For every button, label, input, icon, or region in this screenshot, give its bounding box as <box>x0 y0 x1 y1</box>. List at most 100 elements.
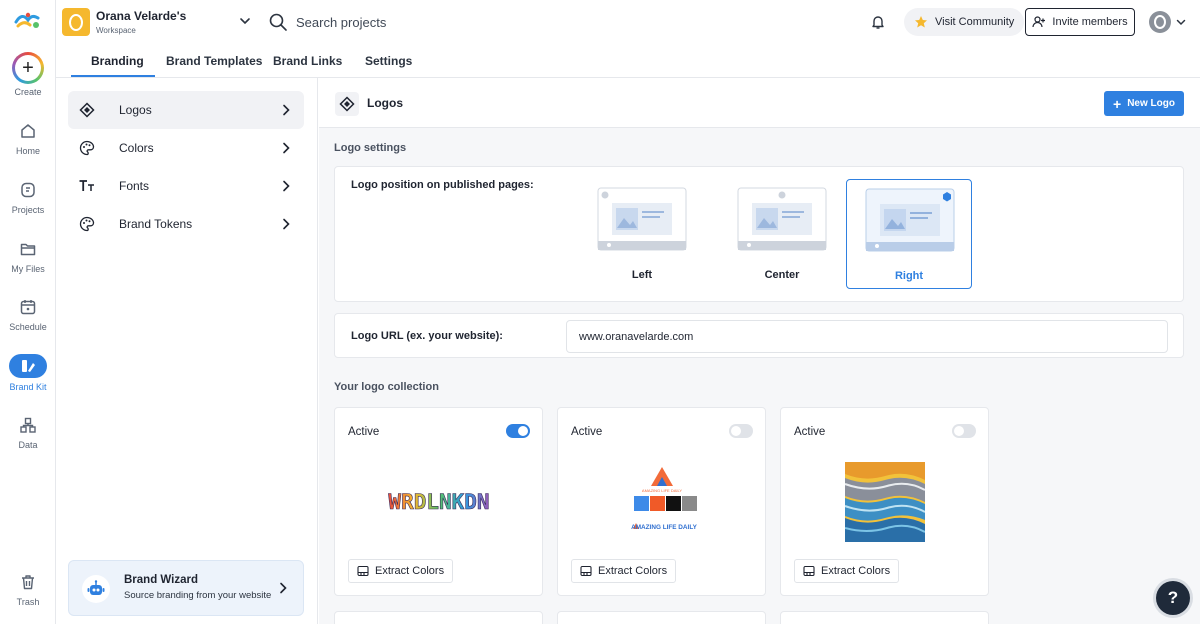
logo-top-text: AMAZING LIFE DAILY <box>641 488 681 493</box>
top-bar: Orana Velarde's Workspace Search project… <box>56 0 1200 44</box>
tab-settings[interactable]: Settings <box>365 54 412 68</box>
left-nav-rail: + Create Home Projects My Files Schedule… <box>0 0 56 624</box>
nav-data-label: Data <box>18 440 38 450</box>
nav-projects[interactable]: Projects <box>0 179 56 215</box>
logo-card[interactable]: Active WRDLNKDN Extract Colors <box>334 407 543 596</box>
sidebar-item-colors[interactable]: Colors <box>68 129 304 167</box>
tab-branding[interactable]: Branding <box>91 54 144 68</box>
nav-create[interactable]: + Create <box>0 52 56 97</box>
visit-community-button[interactable]: Visit Community <box>904 8 1025 36</box>
robot-icon <box>82 575 110 603</box>
add-user-icon <box>1032 16 1046 28</box>
sidebar-item-label: Colors <box>119 141 154 155</box>
chevron-down-icon[interactable] <box>238 14 252 28</box>
position-option-label: Right <box>894 270 924 282</box>
logo-active-toggle[interactable] <box>952 424 976 438</box>
tab-brand-links[interactable]: Brand Links <box>273 54 342 68</box>
sidebar-item-label: Fonts <box>119 179 150 193</box>
logo-diamond-icon <box>78 101 96 119</box>
logo-status-label: Active <box>794 426 826 438</box>
nav-my-files-label: My Files <box>11 264 45 274</box>
logo-card-partial[interactable] <box>780 611 989 624</box>
tab-brand-templates[interactable]: Brand Templates <box>166 54 262 68</box>
logo-active-toggle[interactable] <box>506 424 530 438</box>
help-button[interactable]: ? <box>1156 581 1190 615</box>
search-icon <box>269 13 287 31</box>
nav-brand-kit-label: Brand Kit <box>9 382 47 392</box>
workspace-subtitle: Workspace <box>96 26 136 35</box>
logo-card[interactable]: Active Extract Colors <box>780 407 989 596</box>
nav-home-label: Home <box>15 146 40 156</box>
nav-create-label: Create <box>14 87 42 97</box>
active-tab-indicator <box>71 75 155 77</box>
main-content: Logos + New Logo Logo settings Logo posi… <box>319 78 1200 624</box>
sidebar-item-fonts[interactable]: Fonts <box>68 167 304 205</box>
create-plus-icon: + <box>12 52 44 84</box>
brand-wizard-title: Brand Wizard <box>124 574 199 586</box>
logo-image <box>781 460 988 544</box>
logo-card-partial[interactable] <box>334 611 543 624</box>
extract-colors-label: Extract Colors <box>821 565 891 577</box>
logo-bottom-text: AMAZING LIFE DAILY <box>631 524 698 531</box>
nav-brand-kit[interactable]: Brand Kit <box>0 354 56 392</box>
nav-data[interactable]: Data <box>0 414 56 450</box>
nav-schedule[interactable]: Schedule <box>0 296 56 332</box>
new-logo-label: New Logo <box>1127 98 1175 109</box>
data-icon <box>17 414 39 436</box>
invite-members-button[interactable]: Invite members <box>1025 8 1135 36</box>
sidebar-item-brand-tokens[interactable]: Brand Tokens <box>68 205 304 243</box>
app-logo-icon[interactable] <box>14 10 42 32</box>
fonts-icon <box>78 177 96 195</box>
calendar-icon <box>17 296 39 318</box>
logo-position-label: Logo position on published pages: <box>351 179 534 191</box>
extract-colors-button[interactable]: Extract Colors <box>348 559 454 583</box>
position-option-label: Left <box>631 269 653 281</box>
nav-home[interactable]: Home <box>0 120 56 156</box>
nav-schedule-label: Schedule <box>9 322 47 332</box>
folder-icon <box>17 238 39 260</box>
logo-image: AMAZING LIFE DAILY AMAZING LIFE DAILY <box>558 460 765 544</box>
sidebar-item-label: Brand Tokens <box>119 217 193 231</box>
logo-card-partial[interactable] <box>557 611 766 624</box>
user-menu[interactable] <box>1149 11 1187 33</box>
position-option-center[interactable]: Center <box>719 179 845 289</box>
chevron-right-icon <box>283 104 290 116</box>
palette-icon <box>78 215 96 233</box>
logo-card[interactable]: Active AMAZING LIFE DAILY AMAZING LIFE D… <box>557 407 766 596</box>
nav-trash[interactable]: Trash <box>0 571 56 607</box>
extract-colors-button[interactable]: Extract Colors <box>571 559 677 583</box>
painted-landscape-logo <box>844 462 925 542</box>
extract-colors-label: Extract Colors <box>598 565 668 577</box>
trash-icon <box>17 571 39 593</box>
extract-colors-button[interactable]: Extract Colors <box>794 559 900 583</box>
logo-status-label: Active <box>571 426 603 438</box>
chevron-right-icon <box>280 582 287 594</box>
layout-right-thumbnail <box>865 188 955 252</box>
nav-trash-label: Trash <box>16 597 40 607</box>
position-option-label: Center <box>764 269 800 281</box>
sidebar-item-logos[interactable]: Logos <box>68 91 304 129</box>
brand-wizard-card[interactable]: Brand Wizard Source branding from your w… <box>68 560 304 616</box>
logo-active-toggle[interactable] <box>729 424 753 438</box>
workspace-name[interactable]: Orana Velarde's <box>96 9 186 23</box>
sidebar-item-label: Logos <box>119 103 152 117</box>
user-avatar <box>1149 11 1171 33</box>
chevron-down-icon <box>1176 19 1186 26</box>
new-logo-button[interactable]: + New Logo <box>1104 91 1184 116</box>
nav-my-files[interactable]: My Files <box>0 238 56 274</box>
search-placeholder[interactable]: Search projects <box>296 15 386 30</box>
logo-url-input[interactable]: www.oranavelarde.com <box>566 320 1168 353</box>
extract-colors-icon <box>357 565 369 577</box>
bell-icon[interactable] <box>870 14 886 30</box>
workspace-avatar[interactable] <box>62 8 90 36</box>
logo-position-card: Logo position on published pages: Left C… <box>334 166 1184 302</box>
chevron-right-icon <box>283 142 290 154</box>
main-header: Logos + New Logo <box>319 78 1200 128</box>
brand-sidebar: Logos Colors Fonts Brand Tokens Brand Wi… <box>56 78 318 624</box>
search-bar[interactable]: Search projects <box>268 12 386 32</box>
plus-icon: + <box>1113 95 1122 112</box>
star-icon <box>915 16 927 28</box>
position-option-left[interactable]: Left <box>579 179 705 289</box>
logo-collection-heading: Your logo collection <box>334 381 439 393</box>
position-option-right[interactable]: Right <box>846 179 972 289</box>
